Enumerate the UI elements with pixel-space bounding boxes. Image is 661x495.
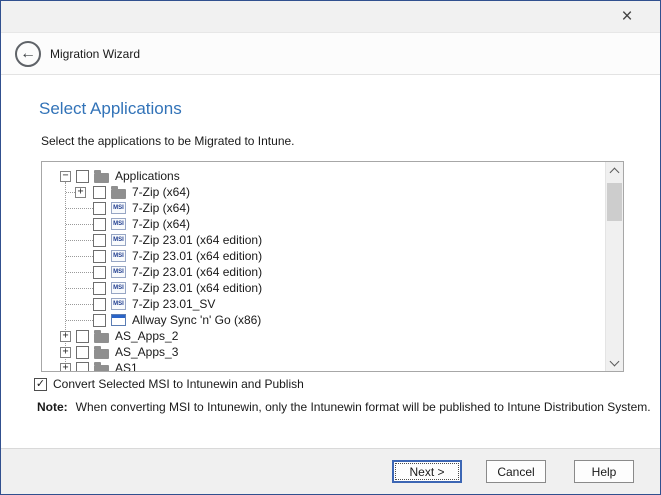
tree-checkbox[interactable] — [93, 266, 106, 279]
msi-icon — [111, 266, 126, 278]
tree-checkbox[interactable] — [93, 234, 106, 247]
tree-connector-line — [66, 184, 75, 200]
tree-connector-line — [66, 312, 93, 328]
tree-scrollbar[interactable] — [605, 162, 623, 371]
tree-checkbox[interactable] — [76, 330, 89, 343]
help-button[interactable]: Help — [574, 460, 634, 483]
close-button[interactable]: × — [614, 4, 640, 30]
folder-icon — [94, 349, 109, 359]
tree-checkbox[interactable] — [93, 250, 106, 263]
tree-item[interactable]: + AS_Apps_2 — [42, 328, 605, 344]
tree-connector-line — [66, 280, 93, 296]
tree-item[interactable]: +7-Zip (x64) — [42, 184, 605, 200]
note-label: Note: — [37, 400, 68, 414]
tree-item[interactable]: 7-Zip 23.01 (x64 edition) — [42, 264, 605, 280]
tree-connector-line — [66, 216, 93, 232]
note: Note: When converting MSI to Intunewin, o… — [37, 400, 660, 414]
tree-checkbox[interactable] — [93, 218, 106, 231]
tree-item[interactable]: − Applications — [42, 168, 605, 184]
folder-icon — [94, 333, 109, 343]
tree-item[interactable]: 7-Zip 23.01 (x64 edition) — [42, 232, 605, 248]
msi-icon — [111, 282, 126, 294]
tree-expander-icon[interactable]: − — [60, 171, 71, 182]
tree-item[interactable]: + AS_Apps_3 — [42, 344, 605, 360]
tree-item-label: AS1 — [115, 361, 138, 371]
tree-checkbox[interactable] — [93, 314, 106, 327]
convert-msi-label: Convert Selected MSI to Intunewin and Pu… — [53, 377, 304, 391]
back-button[interactable]: ← — [15, 41, 41, 67]
next-button[interactable]: Next > — [392, 460, 462, 483]
tree-checkbox[interactable] — [93, 202, 106, 215]
back-arrow-icon: ← — [20, 46, 36, 62]
app-icon — [111, 314, 126, 326]
tree-rows: −Applications+7-Zip (x64)7-Zip (x64)7-Zi… — [42, 162, 605, 371]
tree-expander-icon[interactable]: + — [75, 187, 86, 198]
tree-item-label: Allway Sync 'n' Go (x86) — [132, 313, 261, 327]
tree-item[interactable]: 7-Zip 23.01 (x64 edition) — [42, 280, 605, 296]
tree-connector-line — [66, 264, 93, 280]
close-icon: × — [621, 6, 632, 28]
wizard-header: ← Migration Wizard — [1, 33, 660, 75]
tree-checkbox[interactable] — [76, 170, 89, 183]
tree-expander-icon[interactable]: + — [60, 331, 71, 342]
scrollbar-up-button[interactable] — [606, 162, 623, 179]
folder-icon — [94, 365, 109, 372]
convert-msi-checkbox[interactable]: ✓ — [34, 378, 47, 391]
page-heading: Select Applications — [39, 99, 660, 119]
tree-item-label: 7-Zip (x64) — [132, 185, 190, 199]
tree-item[interactable]: 7-Zip 23.01 (x64 edition) — [42, 248, 605, 264]
page-content: Select Applications Select the applicati… — [1, 75, 660, 448]
tree-checkbox[interactable] — [93, 298, 106, 311]
msi-icon — [111, 218, 126, 230]
tree-checkbox[interactable] — [93, 282, 106, 295]
tree-expander-icon[interactable]: + — [60, 347, 71, 358]
tree-expander-icon[interactable]: + — [60, 363, 71, 372]
migration-wizard-window: × ← Migration Wizard Select Applications… — [0, 0, 661, 495]
folder-icon — [94, 173, 109, 183]
tree-item-label: AS_Apps_3 — [115, 345, 178, 359]
msi-icon — [111, 298, 126, 310]
tree-item-label: 7-Zip (x64) — [132, 217, 190, 231]
tree-connector-line — [66, 232, 93, 248]
scrollbar-thumb[interactable] — [607, 183, 622, 221]
tree-item-label: 7-Zip 23.01 (x64 edition) — [132, 249, 262, 263]
tree-item[interactable]: Allway Sync 'n' Go (x86) — [42, 312, 605, 328]
applications-tree: −Applications+7-Zip (x64)7-Zip (x64)7-Zi… — [41, 161, 624, 372]
tree-checkbox[interactable] — [76, 362, 89, 372]
chevron-up-icon — [610, 168, 620, 178]
tree-connector-line — [66, 296, 93, 312]
tree-connector-line — [66, 200, 93, 216]
msi-icon — [111, 202, 126, 214]
tree-item[interactable]: 7-Zip (x64) — [42, 200, 605, 216]
folder-icon — [111, 189, 126, 199]
chevron-down-icon — [610, 356, 620, 366]
convert-msi-option: ✓ Convert Selected MSI to Intunewin and … — [34, 377, 660, 391]
wizard-title: Migration Wizard — [50, 47, 140, 61]
tree-checkbox[interactable] — [93, 186, 106, 199]
title-bar: × — [1, 1, 660, 33]
tree-connector-line — [66, 248, 93, 264]
instruction-text: Select the applications to be Migrated t… — [41, 134, 660, 148]
tree-item-label: Applications — [115, 169, 180, 183]
scrollbar-down-button[interactable] — [606, 354, 623, 371]
cancel-button[interactable]: Cancel — [486, 460, 546, 483]
msi-icon — [111, 234, 126, 246]
tree-item[interactable]: 7-Zip 23.01_SV — [42, 296, 605, 312]
tree-item-label: 7-Zip 23.01_SV — [132, 297, 215, 311]
tree-item[interactable]: 7-Zip (x64) — [42, 216, 605, 232]
tree-item-label: 7-Zip 23.01 (x64 edition) — [132, 265, 262, 279]
tree-item-label: 7-Zip 23.01 (x64 edition) — [132, 233, 262, 247]
tree-item-label: 7-Zip 23.01 (x64 edition) — [132, 281, 262, 295]
tree-item-label: 7-Zip (x64) — [132, 201, 190, 215]
footer-bar: Next > Cancel Help — [1, 448, 660, 494]
msi-icon — [111, 250, 126, 262]
note-text: When converting MSI to Intunewin, only t… — [76, 400, 651, 414]
tree-checkbox[interactable] — [76, 346, 89, 359]
tree-item-label: AS_Apps_2 — [115, 329, 178, 343]
tree-item[interactable]: + AS1 — [42, 360, 605, 371]
